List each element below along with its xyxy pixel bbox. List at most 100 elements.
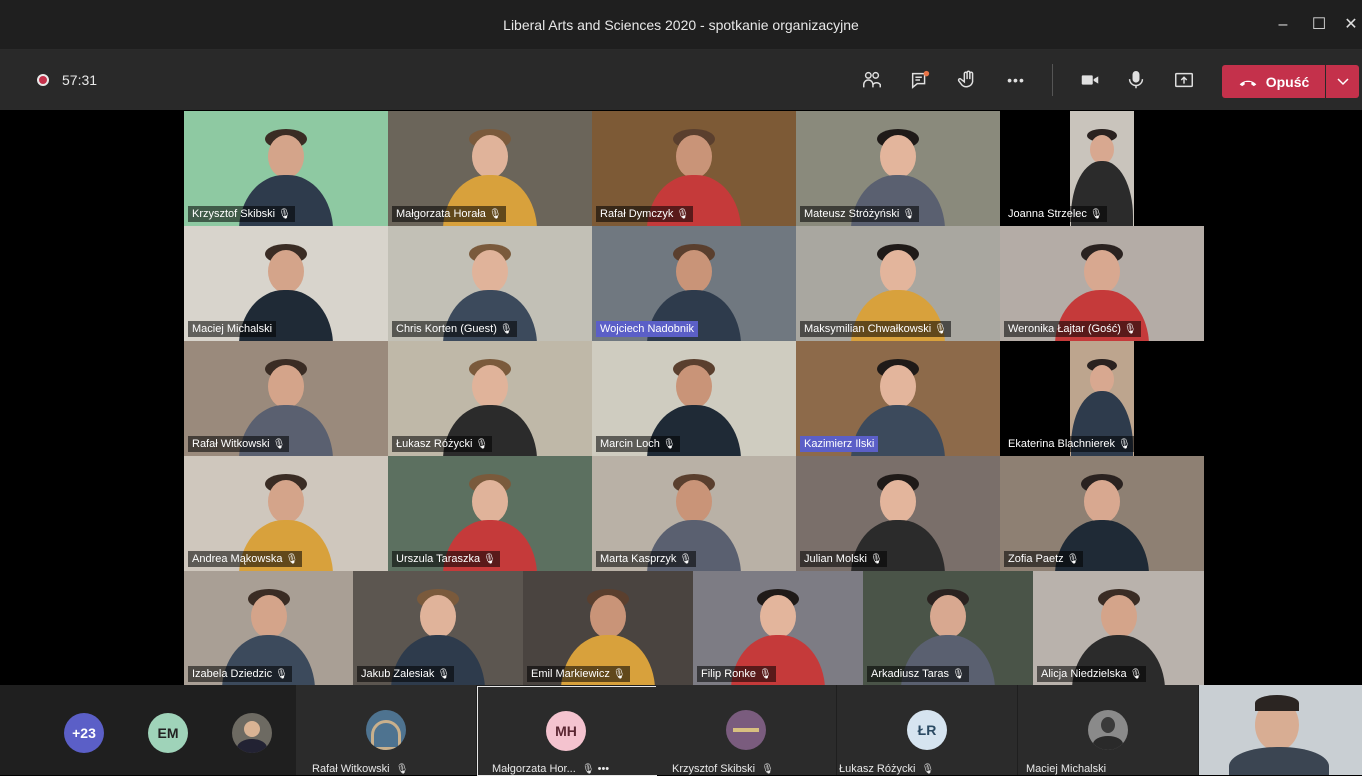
participant-name: Izabela Dziedzic 🎙︎ (188, 666, 292, 682)
video-tile[interactable]: Chris Korten (Guest) 🎙︎ (388, 226, 592, 341)
strip-tile-name: Maciej Michalski (1026, 763, 1107, 775)
video-tile[interactable]: Julian Molski 🎙︎ (796, 456, 1000, 571)
more-options-icon[interactable]: ••• (1002, 66, 1030, 94)
participant-name: Ekaterina Blachnierek 🎙︎ (1004, 436, 1135, 452)
participant-name: Urszula Taraszka 🎙︎ (392, 551, 500, 567)
video-tile[interactable]: Andrea Mąkowska 🎙︎ (184, 456, 388, 571)
strip-tile-name: Krzysztof Skibski 🎙︎ (672, 763, 774, 775)
mic-muted-icon: 🎙︎ (278, 209, 291, 220)
strip-tile-name: Rafał Witkowski 🎙︎ (312, 763, 409, 775)
close-button[interactable]: ✕ (1340, 0, 1362, 50)
leave-label: Opuść (1265, 73, 1310, 90)
avatar-em[interactable]: EM (148, 713, 188, 753)
participant-name: Joanna Strzelec 🎙︎ (1004, 206, 1107, 222)
video-tile[interactable]: Joanna Strzelec 🎙︎ (1000, 111, 1204, 226)
avatar-photo (726, 710, 766, 750)
mic-muted-icon: 🎙︎ (1066, 554, 1080, 565)
camera-icon[interactable] (1076, 66, 1104, 94)
participant-name: Emil Markiewicz 🎙︎ (527, 666, 630, 682)
strip-tile[interactable]: Krzysztof Skibski 🎙︎ (656, 685, 836, 775)
video-tile[interactable]: Ekaterina Blachnierek 🎙︎ (1000, 341, 1204, 456)
minimize-button[interactable]: – (1268, 0, 1298, 50)
mic-muted-icon: 🎙︎ (275, 669, 288, 680)
video-tile[interactable]: Zofia Paetz 🎙︎ (1000, 456, 1204, 571)
self-video-preview[interactable] (1199, 685, 1362, 775)
video-tile[interactable]: Alicja Niedzielska 🎙︎ (1033, 571, 1204, 686)
mic-muted-icon: 🎙︎ (499, 324, 513, 335)
video-tile[interactable]: Filip Ronke 🎙︎ (693, 571, 863, 686)
video-tile[interactable]: Maciej Michalski (184, 226, 388, 341)
mic-muted-icon: 🎙︎ (952, 669, 965, 680)
participants-icon[interactable] (858, 66, 886, 94)
mic-muted-icon: 🎙︎ (1129, 669, 1143, 680)
participant-name: Krzysztof Skibski 🎙︎ (188, 206, 295, 222)
video-tile[interactable]: Łukasz Różycki 🎙︎ (388, 341, 592, 456)
mic-muted-icon: 🎙︎ (679, 554, 693, 565)
participant-name: Alicja Niedzielska 🎙︎ (1037, 666, 1147, 682)
leave-button[interactable]: Opuść (1222, 65, 1325, 98)
share-screen-icon[interactable] (1170, 66, 1198, 94)
participant-name: Rafał Dymczyk 🎙︎ (596, 206, 694, 222)
toolbar-divider (1052, 64, 1053, 96)
participant-name: Arkadiusz Taras 🎙︎ (867, 666, 969, 682)
video-tile[interactable]: Arkadiusz Taras 🎙︎ (863, 571, 1033, 686)
window-title: Liberal Arts and Sciences 2020 - spotkan… (503, 17, 859, 33)
participant-name: Andrea Mąkowska 🎙︎ (188, 551, 303, 567)
strip-tile-name: Małgorzata Hor... 🎙︎ ••• (492, 763, 610, 775)
video-tile[interactable]: Wojciech Nadobnik (592, 226, 796, 341)
participant-name: Weronika Łajtar (Gość) 🎙︎ (1004, 321, 1141, 337)
participant-name: Mateusz Stróżyński 🎙︎ (800, 206, 920, 222)
video-tile[interactable]: Emil Markiewicz 🎙︎ (523, 571, 693, 686)
video-tile[interactable]: Maksymilian Chwałkowski 🎙︎ (796, 226, 1000, 341)
video-tile[interactable]: Rafał Witkowski 🎙︎ (184, 341, 388, 456)
video-tile[interactable]: Krzysztof Skibski 🎙︎ (184, 111, 388, 226)
video-tile[interactable]: Weronika Łajtar (Gość) 🎙︎ (1000, 226, 1204, 341)
video-tile[interactable]: Małgorzata Horała 🎙︎ (388, 111, 592, 226)
raise-hand-icon[interactable] (954, 66, 982, 94)
avatar-mh: MH (546, 711, 586, 751)
mic-muted-icon: 🎙︎ (662, 439, 676, 450)
leave-options-button[interactable] (1326, 65, 1359, 98)
meeting-timer: 57:31 (62, 72, 98, 88)
mic-muted-icon: 🎙︎ (1123, 324, 1137, 335)
strip-tile-selected[interactable]: MH Małgorzata Hor... 🎙︎ ••• (477, 686, 657, 776)
mic-muted-icon: 🎙︎ (612, 669, 626, 680)
strip-tile[interactable]: Rafał Witkowski 🎙︎ (296, 685, 476, 775)
avatar-photo (366, 710, 406, 750)
recording-icon (37, 74, 49, 86)
participant-name: Rafał Witkowski 🎙︎ (188, 436, 290, 452)
maximize-button[interactable]: ☐ (1304, 0, 1334, 50)
participant-name: Maciej Michalski (188, 321, 277, 337)
avatar-photo[interactable] (232, 713, 272, 753)
participant-name: Wojciech Nadobnik (596, 321, 698, 337)
participant-name: Julian Molski 🎙︎ (800, 551, 887, 567)
chat-icon[interactable] (906, 66, 934, 94)
more-participants-badge[interactable]: +23 (64, 713, 104, 753)
mic-muted-icon: 🎙︎ (1089, 209, 1103, 220)
video-tile[interactable]: Jakub Zalesiak 🎙︎ (353, 571, 523, 686)
participant-name: Zofia Paetz 🎙︎ (1004, 551, 1084, 567)
video-tile[interactable]: Urszula Taraszka 🎙︎ (388, 456, 592, 571)
microphone-icon[interactable] (1122, 66, 1150, 94)
participant-name: Marta Kasprzyk 🎙︎ (596, 551, 697, 567)
strip-tile[interactable]: Maciej Michalski (1018, 685, 1198, 775)
video-tile[interactable]: Mateusz Stróżyński 🎙︎ (796, 111, 1000, 226)
meeting-toolbar: 57:31 ••• Opuść (0, 50, 1362, 110)
video-tile[interactable]: Rafał Dymczyk 🎙︎ (592, 111, 796, 226)
video-tile[interactable]: Kazimierz Ilski (796, 341, 1000, 456)
avatar-photo (1088, 710, 1128, 750)
mic-muted-icon: 🎙︎ (869, 554, 883, 565)
video-tile[interactable]: Izabela Dziedzic 🎙︎ (184, 571, 353, 686)
mic-muted-icon: 🎙︎ (475, 439, 489, 450)
video-tile[interactable]: Marta Kasprzyk 🎙︎ (592, 456, 796, 571)
video-tile[interactable]: Marcin Loch 🎙︎ (592, 341, 796, 456)
mic-muted-icon: 🎙︎ (1118, 439, 1131, 450)
participant-name: Łukasz Różycki 🎙︎ (392, 436, 493, 452)
mic-muted-icon: 🎙︎ (902, 209, 916, 220)
participant-name: Marcin Loch 🎙︎ (596, 436, 680, 452)
avatar-lr: ŁR (907, 710, 947, 750)
hang-up-icon (1239, 80, 1257, 86)
strip-tile[interactable]: ŁR Łukasz Różycki 🎙︎ (837, 685, 1017, 775)
participant-name: Jakub Zalesiak 🎙︎ (357, 666, 455, 682)
participant-name: Maksymilian Chwałkowski 🎙︎ (800, 321, 951, 337)
